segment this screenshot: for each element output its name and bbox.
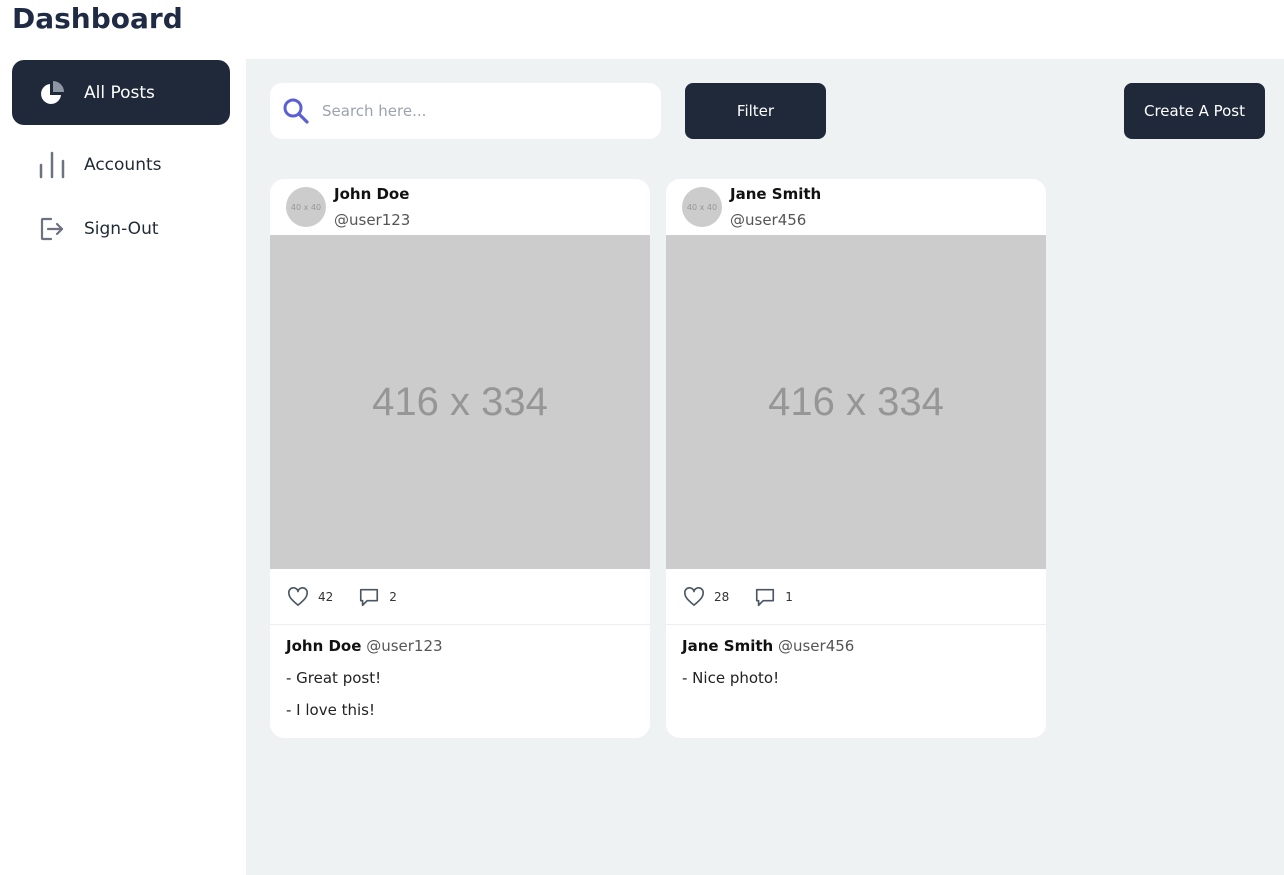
comments-section: Jane Smith @user456 - Nice photo! xyxy=(682,635,1032,699)
heart-icon xyxy=(682,585,706,609)
post-actions: 42 2 xyxy=(270,569,650,625)
comment-count: 2 xyxy=(389,589,397,604)
like-button[interactable]: 42 xyxy=(286,585,333,609)
main-content: Filter Create A Post 40 x 40 John Doe @u… xyxy=(246,59,1284,875)
sidebar-item-accounts[interactable]: Accounts xyxy=(12,132,230,197)
avatar[interactable]: 40 x 40 xyxy=(682,187,722,227)
pie-chart-icon xyxy=(38,79,66,107)
avatar[interactable]: 40 x 40 xyxy=(286,187,326,227)
sidebar-item-label: Sign-Out xyxy=(84,218,159,239)
sidebar-item-label: Accounts xyxy=(84,154,162,175)
comment-author-handle: @user456 xyxy=(777,637,855,655)
sidebar-item-all-posts[interactable]: All Posts xyxy=(12,60,230,125)
comment-text: - Great post! xyxy=(286,669,382,687)
comment-text: - I love this! xyxy=(286,701,375,719)
heart-icon xyxy=(286,585,310,609)
comment-icon xyxy=(357,585,381,609)
comment-author: Jane Smith @user456 xyxy=(682,635,1032,657)
create-post-button[interactable]: Create A Post xyxy=(1124,83,1265,139)
post-card: 40 x 40 John Doe @user123 416 x 334 42 2… xyxy=(270,179,650,738)
post-image[interactable]: 416 x 334 xyxy=(270,235,650,569)
sidebar-item-sign-out[interactable]: Sign-Out xyxy=(12,196,230,261)
sign-out-icon xyxy=(38,215,66,243)
search-icon xyxy=(282,97,310,125)
post-card: 40 x 40 Jane Smith @user456 416 x 334 28 xyxy=(666,179,1046,738)
post-header: 40 x 40 Jane Smith @user456 xyxy=(666,179,1046,235)
comment-author-name: Jane Smith xyxy=(682,637,774,655)
comment-author-handle: @user123 xyxy=(366,637,443,655)
comment-button[interactable]: 2 xyxy=(357,585,397,609)
sidebar: All Posts Accounts Sign-Out xyxy=(0,59,246,875)
comment-button[interactable]: 1 xyxy=(753,585,793,609)
like-count: 42 xyxy=(318,589,334,604)
comment-count: 1 xyxy=(785,589,793,604)
comments-section: John Doe @user123 - Great post! - I love… xyxy=(286,635,636,731)
post-author-handle[interactable]: @user456 xyxy=(730,211,806,229)
comment-icon xyxy=(753,585,777,609)
search-input[interactable] xyxy=(322,102,642,120)
sidebar-item-label: All Posts xyxy=(84,82,155,103)
page-title: Dashboard xyxy=(12,2,183,35)
comment-author-name: John Doe xyxy=(286,637,362,655)
post-header: 40 x 40 John Doe @user123 xyxy=(270,179,650,235)
filter-button[interactable]: Filter xyxy=(685,83,826,139)
post-actions: 28 1 xyxy=(666,569,1046,625)
like-count: 28 xyxy=(714,589,730,604)
post-image[interactable]: 416 x 334 xyxy=(666,235,1046,569)
search-box[interactable] xyxy=(270,83,661,139)
post-author-name[interactable]: John Doe xyxy=(334,185,409,203)
post-author-name[interactable]: Jane Smith xyxy=(730,185,821,203)
comment-author: John Doe @user123 xyxy=(286,635,636,657)
post-author-handle[interactable]: @user123 xyxy=(334,211,410,229)
comment-text: - Nice photo! xyxy=(682,669,780,687)
like-button[interactable]: 28 xyxy=(682,585,729,609)
bar-chart-icon xyxy=(38,151,66,179)
